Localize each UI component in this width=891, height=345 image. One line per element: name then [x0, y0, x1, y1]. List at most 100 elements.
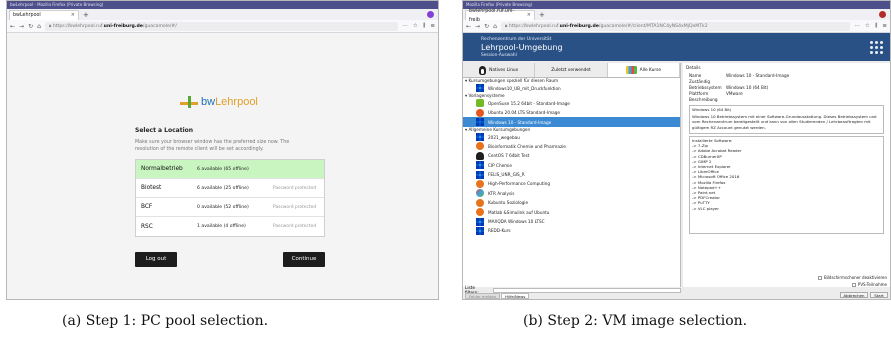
location-availability: 6 available (65 offline)	[197, 166, 249, 172]
library-icon[interactable]: ⫼	[423, 23, 426, 30]
location-name: Biotest	[141, 185, 162, 191]
software-box: Installierte Software: -> 7-Zip -> Adobe A…	[689, 136, 884, 234]
menu-icon[interactable]: ≡	[430, 23, 435, 30]
location-row[interactable]: Normalbetrieb 6 available (65 offline)	[136, 160, 324, 179]
pvs-checkbox[interactable]: PVS-Teilnahme	[851, 282, 887, 287]
windows-icon	[476, 84, 484, 93]
forward-icon[interactable]: →	[19, 23, 24, 30]
close-tab-icon[interactable]: ×	[527, 11, 531, 20]
private-browsing-icon	[879, 11, 886, 18]
caption-a: (a) Step 1: PC pool selection.	[62, 313, 269, 329]
session-item[interactable]: Bioinformatik Chemie und Pharmazie	[463, 142, 680, 151]
tab-label: bwLehrpool	[13, 13, 41, 18]
session-label: REDD-Kurs	[488, 228, 511, 234]
new-tab-icon[interactable]: +	[83, 10, 89, 20]
detail-value: VMware	[726, 91, 743, 96]
session-item[interactable]: Windows10_UB_mit_Druckfunktion	[463, 84, 680, 93]
session-label: High-Performance Computing	[488, 181, 550, 187]
browser-tab[interactable]: bwlehrpool.ruf.uni-freib ×	[465, 9, 535, 23]
nav-bar: ← → ↻ ⌂ 🔒︎ https://bwlehrpool.ruf.uni-fr…	[463, 20, 890, 33]
browser-tab[interactable]: bwLehrpool ×	[9, 10, 79, 20]
location-row[interactable]: BCF 0 available (52 offline) Password prot…	[136, 198, 324, 217]
session-item[interactable]: KTR Analysis	[463, 189, 680, 198]
session-label: Kubuntu Soziologie	[488, 200, 529, 206]
penguin-icon	[479, 65, 487, 75]
bookmark-star-icon[interactable]: ☆	[865, 23, 870, 30]
orange-icon	[476, 198, 484, 207]
windows-icon	[476, 217, 484, 226]
action-bar: Bildschirmschoner deaktivieren PVS-Teiln…	[683, 275, 890, 299]
description-line: gültigem RZ Account genutzt werden.	[692, 124, 766, 130]
cancel-button[interactable]: Abbrechen	[840, 292, 868, 298]
screenshot-vm-selection: Mozilla Firefox (Private Browsing) bwleh…	[462, 0, 891, 300]
location-row[interactable]: Biotest 6 available (25 offline) Password …	[136, 179, 324, 198]
home-icon[interactable]: ⌂	[37, 23, 41, 30]
session-tabs: Natives Linux Zuletzt verwendet Alle Kur…	[463, 63, 680, 78]
password-protected-label: Password protected	[273, 224, 317, 229]
session-item[interactable]: REDD-Kurs	[463, 226, 680, 235]
orange-icon	[476, 208, 484, 217]
apps-icon	[625, 66, 637, 74]
app-title: Lehrpool-Umgebung	[481, 43, 563, 52]
app-header: Rechenzentrum der Universität Lehrpool-U…	[463, 33, 890, 61]
detail-key: Beschreibung	[689, 97, 718, 102]
tab-native-linux[interactable]: Natives Linux	[463, 63, 536, 77]
nav-bar: ← → ↻ ⌂ 🔒︎ https://bwlehrpool.ruf.uni-fr…	[7, 20, 438, 33]
menu-icon[interactable]: ≡	[882, 23, 887, 30]
location-availability: 6 available (25 offline)	[197, 185, 249, 191]
tab-bar: bwLehrpool × +	[7, 9, 438, 20]
report-error-tab[interactable]: Fehler melden	[465, 293, 501, 299]
session-label: FELIS_UNR_GIS_R	[488, 172, 525, 178]
tab-all-courses[interactable]: Alle Kurse	[607, 63, 680, 77]
suse-icon	[476, 99, 484, 108]
session-item[interactable]: FELIS_UNR_GIS_R	[463, 170, 680, 179]
session-item[interactable]: OpenSuse 15.2 64bit - Standard-Image	[463, 99, 680, 108]
screensaver-checkbox[interactable]: Bildschirmschoner deaktivieren	[817, 275, 887, 280]
windows-icon	[476, 133, 484, 142]
session-item[interactable]: Ubuntu 20.04 LTS Standard-Image	[463, 108, 680, 117]
url-bar[interactable]: 🔒︎ https://bwlehrpool.ruf.uni-freiburg.d…	[44, 21, 399, 31]
start-button[interactable]: Start	[870, 292, 888, 298]
help-news-tab[interactable]: Hilfe/News	[501, 293, 530, 299]
bwlehrpool-logo: bwLehrpool	[180, 96, 258, 108]
close-tab-icon[interactable]: ×	[71, 11, 75, 20]
details-heading: Details	[686, 65, 701, 70]
session-item[interactable]: Kubuntu Soziologie	[463, 198, 680, 207]
tab-recently-used[interactable]: Zuletzt verwendet	[535, 63, 608, 77]
session-label: Ubuntu 20.04 LTS Standard-Image	[488, 110, 560, 116]
session-item[interactable]: CentOS 7 64bit Test	[463, 151, 680, 160]
logout-button[interactable]: Log out	[135, 252, 177, 267]
filter-input[interactable]	[492, 287, 681, 293]
windows-icon	[476, 161, 484, 170]
new-tab-icon[interactable]: +	[539, 10, 545, 20]
orange-icon	[476, 179, 484, 188]
mixed-icon	[476, 189, 484, 198]
back-icon[interactable]: ←	[10, 23, 15, 30]
session-item[interactable]: CIP Chemie	[463, 161, 680, 170]
software-line: -> VLC player	[692, 205, 719, 211]
page-actions-icon[interactable]: ⋯	[854, 23, 860, 30]
filter-area: Liste filtern: Fehler melden Hilfe/News	[463, 285, 681, 299]
location-row[interactable]: RSC 1 available (4 offline) Password prote…	[136, 217, 324, 236]
session-label: Bioinformatik Chemie und Pharmazie	[488, 143, 566, 149]
session-item[interactable]: 2021_wegebau	[463, 132, 680, 142]
page-actions-icon[interactable]: ⋯	[402, 23, 408, 30]
tab-bar: bwlehrpool.ruf.uni-freib × +	[463, 9, 890, 23]
guacamole-login-page: bwLehrpool Select a Location Make sure y…	[7, 33, 438, 299]
reload-icon[interactable]: ↻	[28, 23, 33, 30]
bookmark-star-icon[interactable]: ☆	[413, 23, 418, 30]
tab-label: bwlehrpool.ruf.uni-freib	[469, 8, 515, 23]
session-item[interactable]: MAXQDA Windows 10 LTSC	[463, 217, 680, 226]
password-protected-label: Password protected	[273, 185, 317, 191]
continue-button[interactable]: Continue	[283, 252, 325, 267]
session-item[interactable]: Windows 10 - Standard-Image	[463, 117, 680, 127]
password-protected-label: Password protected	[273, 204, 317, 210]
details-pane: Details Name Windows 10 - Standard-Image Z…	[683, 63, 890, 287]
library-icon[interactable]: ⫼	[875, 23, 878, 30]
dots-logo-icon	[870, 41, 884, 55]
session-label: MAXQDA Windows 10 LTSC	[488, 219, 545, 225]
url-bar[interactable]: 🔒︎ https://bwlehrpool.ruf.uni-freiburg.d…	[500, 21, 851, 31]
session-item[interactable]: High-Performance Computing	[463, 179, 680, 188]
session-item[interactable]: Matlab &Simulink auf Ubuntu	[463, 207, 680, 217]
windows-icon	[476, 170, 484, 179]
